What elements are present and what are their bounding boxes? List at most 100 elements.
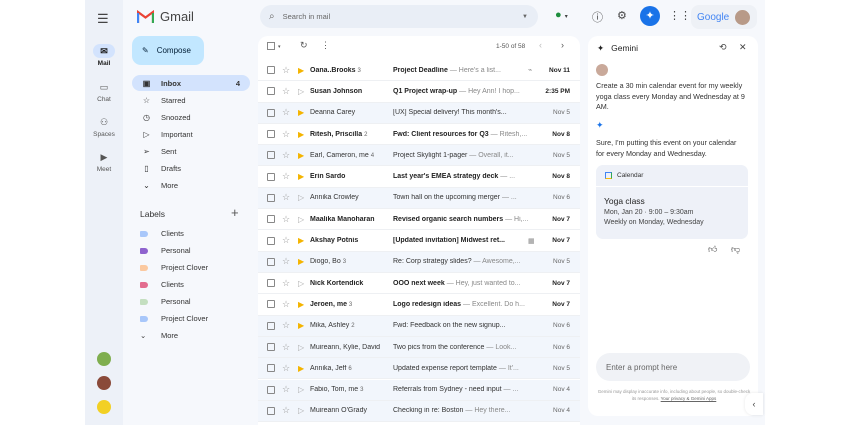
add-label-icon[interactable]: + bbox=[231, 205, 239, 220]
prev-page-icon[interactable]: ‹ bbox=[539, 40, 542, 50]
more-options-icon[interactable]: ⋮ bbox=[321, 40, 330, 51]
important-marker-icon[interactable]: ▶ bbox=[298, 321, 304, 330]
important-marker-icon[interactable]: ▶ bbox=[298, 257, 304, 266]
label-item[interactable]: Personal bbox=[140, 297, 191, 306]
star-icon[interactable]: ☆ bbox=[282, 65, 290, 76]
row-checkbox[interactable] bbox=[267, 108, 275, 117]
important-marker-icon[interactable]: ▷ bbox=[298, 343, 304, 352]
privacy-link[interactable]: Your privacy & Gemini Apps bbox=[661, 396, 717, 401]
rail-spaces[interactable]: ⚇ Spaces bbox=[85, 115, 123, 138]
email-row[interactable]: ☆ ▶ Diogo, Bo 3 Re: Corp strategy slides… bbox=[258, 251, 580, 273]
status-indicator-icon[interactable]: ● ▾ bbox=[555, 9, 568, 21]
email-row[interactable]: ☆ ▷ Susan Johnson Q1 Project wrap-up — H… bbox=[258, 81, 580, 103]
star-icon[interactable]: ☆ bbox=[282, 405, 290, 416]
important-marker-icon[interactable]: ▶ bbox=[298, 172, 304, 181]
email-row[interactable]: ☆ ▷ Nick Kortendick OOO next week — Hey,… bbox=[258, 273, 580, 295]
important-marker-icon[interactable]: ▶ bbox=[298, 108, 304, 117]
important-marker-icon[interactable]: ▷ bbox=[298, 193, 304, 202]
star-icon[interactable]: ☆ bbox=[282, 278, 290, 289]
email-row[interactable]: ☆ ▶ Annika, Jeff 6 Updated expense repor… bbox=[258, 358, 580, 380]
star-icon[interactable]: ☆ bbox=[282, 86, 290, 97]
nav-snoozed[interactable]: ◷ Snoozed bbox=[132, 109, 250, 125]
nav-sent[interactable]: ➢ Sent bbox=[132, 143, 250, 159]
row-checkbox[interactable] bbox=[267, 343, 275, 352]
important-marker-icon[interactable]: ▶ bbox=[298, 151, 304, 160]
compose-button[interactable]: ✎ Compose bbox=[132, 36, 204, 65]
star-icon[interactable]: ☆ bbox=[282, 235, 290, 246]
search-bar[interactable]: ⌕ Search in mail ▼ bbox=[260, 5, 538, 28]
star-icon[interactable]: ☆ bbox=[282, 150, 290, 161]
email-row[interactable]: ☆ ▷ Maalika Manoharan Revised organic se… bbox=[258, 209, 580, 231]
rail-meet[interactable]: ▶ Meet bbox=[85, 150, 123, 173]
important-marker-icon[interactable]: ▶ bbox=[298, 130, 304, 139]
search-options-icon[interactable]: ▼ bbox=[522, 14, 528, 20]
nav-drafts[interactable]: ▯ Drafts bbox=[132, 160, 250, 176]
star-icon[interactable]: ☆ bbox=[282, 171, 290, 182]
row-checkbox[interactable] bbox=[267, 257, 275, 266]
star-icon[interactable]: ☆ bbox=[282, 129, 290, 140]
row-checkbox[interactable] bbox=[267, 172, 275, 181]
main-menu-icon[interactable]: ☰ bbox=[97, 11, 109, 27]
apps-icon[interactable]: ⋮⋮ bbox=[669, 9, 691, 22]
label-item[interactable]: Clients bbox=[140, 229, 184, 238]
help-icon[interactable]: ⓘ bbox=[592, 9, 603, 25]
important-marker-icon[interactable]: ▷ bbox=[298, 385, 304, 394]
attachment-icon[interactable]: ⌁ bbox=[528, 66, 532, 74]
next-page-icon[interactable]: › bbox=[561, 40, 564, 50]
gemini-button[interactable]: ✦ bbox=[640, 6, 660, 26]
email-row[interactable]: ☆ ▷ Fabio, Tom, me 3 Referrals from Sydn… bbox=[258, 379, 580, 401]
row-checkbox[interactable] bbox=[267, 300, 275, 309]
row-checkbox[interactable] bbox=[267, 151, 275, 160]
important-marker-icon[interactable]: ▷ bbox=[298, 279, 304, 288]
gear-icon[interactable]: ⚙ bbox=[617, 9, 627, 22]
select-menu-icon[interactable]: ▾ bbox=[278, 44, 281, 50]
important-marker-icon[interactable]: ▷ bbox=[298, 406, 304, 415]
row-checkbox[interactable] bbox=[267, 66, 275, 75]
star-icon[interactable]: ☆ bbox=[282, 192, 290, 203]
email-row[interactable]: ☆ ▶ Mika, Ashley 2 Fwd: Feedback on the … bbox=[258, 315, 580, 337]
email-row[interactable]: ☆ ▶ Earl, Cameron, me 4 Project Skylight… bbox=[258, 145, 580, 167]
gmail-logo[interactable]: Gmail bbox=[137, 9, 194, 24]
avatar[interactable] bbox=[97, 400, 111, 414]
label-item[interactable]: Personal bbox=[140, 246, 191, 255]
row-checkbox[interactable] bbox=[267, 236, 275, 245]
nav-important[interactable]: ▷ Important bbox=[132, 126, 250, 142]
email-row[interactable]: ☆ ▶ Deanna Carey [UX] Special delivery! … bbox=[258, 102, 580, 124]
search-input[interactable]: Search in mail bbox=[283, 12, 331, 21]
email-row[interactable]: ☆ ▷ Annika Crowley Town hall on the upco… bbox=[258, 187, 580, 210]
important-marker-icon[interactable]: ▷ bbox=[298, 215, 304, 224]
star-icon[interactable]: ☆ bbox=[282, 342, 290, 353]
star-icon[interactable]: ☆ bbox=[282, 320, 290, 331]
star-icon[interactable]: ☆ bbox=[282, 107, 290, 118]
row-checkbox[interactable] bbox=[267, 215, 275, 224]
nav-more[interactable]: ⌄ More bbox=[132, 177, 250, 193]
row-checkbox[interactable] bbox=[267, 279, 275, 288]
label-item[interactable]: Project Clover bbox=[140, 263, 208, 272]
labels-more[interactable]: ⌄ More bbox=[140, 331, 178, 340]
important-marker-icon[interactable]: ▷ bbox=[298, 87, 304, 96]
avatar[interactable] bbox=[97, 376, 111, 390]
avatar[interactable] bbox=[97, 352, 111, 366]
row-checkbox[interactable] bbox=[267, 321, 275, 330]
star-icon[interactable]: ☆ bbox=[282, 299, 290, 310]
refresh-icon[interactable]: ↻ bbox=[300, 40, 308, 51]
row-checkbox[interactable] bbox=[267, 364, 275, 373]
label-item[interactable]: Project Clover bbox=[140, 314, 208, 323]
star-icon[interactable]: ☆ bbox=[282, 214, 290, 225]
important-marker-icon[interactable]: ▶ bbox=[298, 364, 304, 373]
email-row[interactable]: ☆ ▶ Ritesh, Priscilla 2 Fwd: Client reso… bbox=[258, 124, 580, 146]
email-row[interactable]: ☆ ▶ Erin Sardo Last year's EMEA strategy… bbox=[258, 167, 580, 188]
nav-inbox[interactable]: ▣ Inbox 4 bbox=[132, 75, 250, 91]
history-icon[interactable]: ⟲ bbox=[719, 42, 727, 53]
row-checkbox[interactable] bbox=[267, 130, 275, 139]
important-marker-icon[interactable]: ▶ bbox=[298, 236, 304, 245]
email-row[interactable]: ☆ ▶ Oana..Brooks 3 Project Deadline — He… bbox=[258, 60, 580, 82]
row-checkbox[interactable] bbox=[267, 87, 275, 96]
important-marker-icon[interactable]: ▶ bbox=[298, 300, 304, 309]
thumbs-down-icon[interactable]: 👎︎ bbox=[731, 244, 740, 255]
calendar-icon[interactable]: ▦ bbox=[528, 237, 535, 245]
collapse-panel-icon[interactable]: ‹ bbox=[745, 393, 763, 415]
thumbs-up-icon[interactable]: 👍︎ bbox=[708, 244, 717, 255]
select-all-checkbox[interactable] bbox=[267, 42, 275, 50]
close-icon[interactable]: ✕ bbox=[739, 42, 747, 53]
